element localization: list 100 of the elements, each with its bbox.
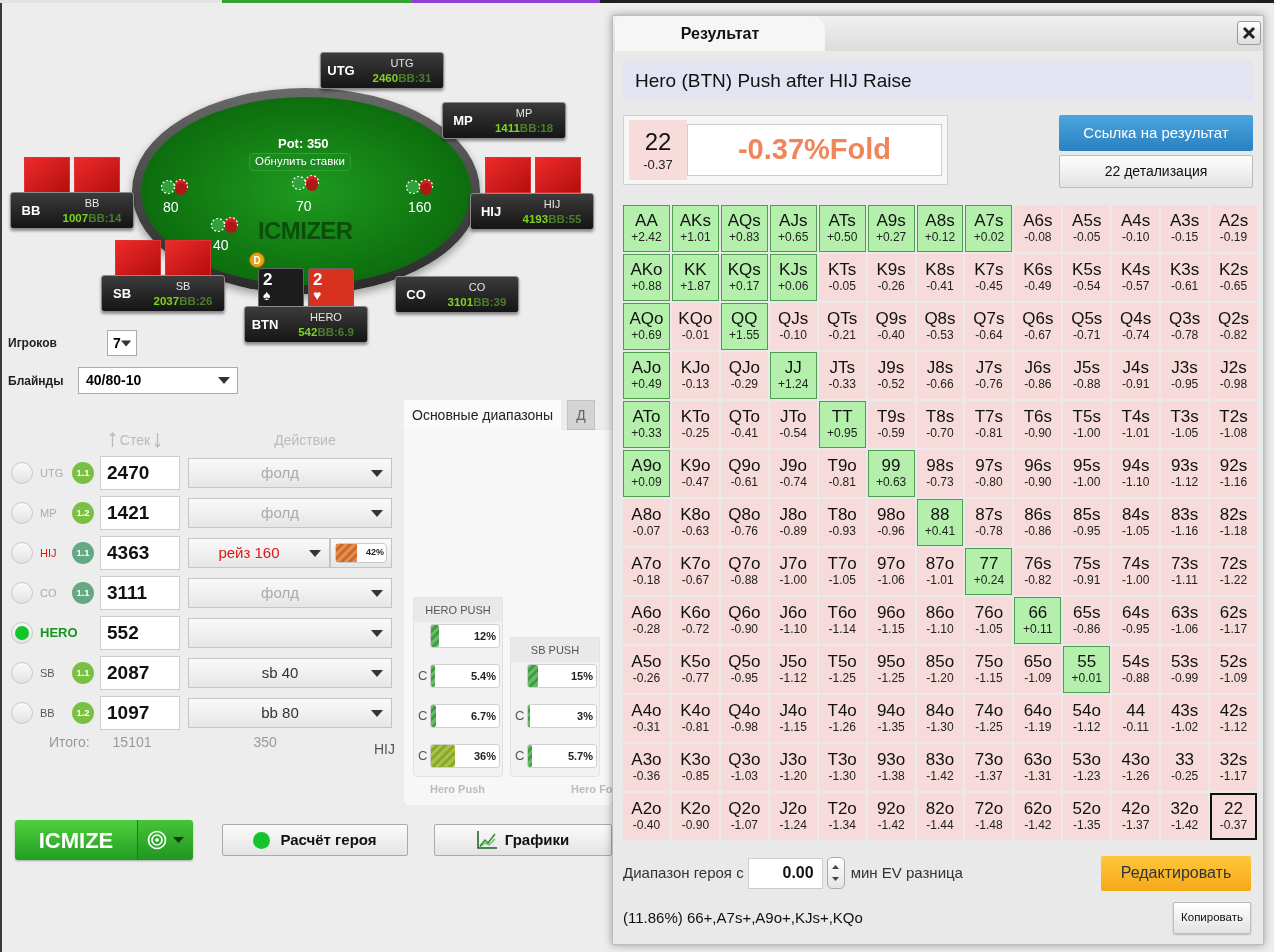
hand-cell[interactable]: 82s -1.18 <box>1210 499 1257 546</box>
action-dropdown[interactable]: рейз 160 <box>188 538 330 568</box>
hand-cell[interactable]: T4s -1.01 <box>1112 401 1160 448</box>
hand-cell[interactable]: 75s -0.91 <box>1063 548 1111 595</box>
action-dropdown[interactable]: bb 80 <box>188 698 392 728</box>
hand-cell[interactable]: 63s -1.06 <box>1161 597 1209 644</box>
hand-cell[interactable]: 94s -1.10 <box>1112 450 1160 497</box>
hand-cell[interactable]: QJs -0.10 <box>769 303 817 350</box>
hand-cell[interactable]: AJo +0.49 <box>623 352 670 399</box>
hand-cell[interactable]: K2o -0.90 <box>671 793 719 840</box>
hand-cell[interactable]: J7s -0.76 <box>965 352 1013 399</box>
hand-cell[interactable]: T7s -0.81 <box>965 401 1013 448</box>
detail-button[interactable]: 22 детализация <box>1059 155 1253 188</box>
hand-cell[interactable]: A5s -0.05 <box>1063 205 1111 252</box>
hand-cell[interactable]: T9s -0.59 <box>867 401 915 448</box>
hand-cell[interactable]: QJo -0.29 <box>720 352 768 399</box>
hand-cell[interactable]: Q8s -0.53 <box>916 303 964 350</box>
hand-cell[interactable]: 85s -0.95 <box>1063 499 1111 546</box>
hand-cell[interactable]: J2o -1.24 <box>769 793 817 840</box>
hand-cell[interactable]: 72s -1.22 <box>1210 548 1257 595</box>
hand-cell[interactable]: A3o -0.36 <box>623 744 670 791</box>
stack-field[interactable]: 3111 <box>100 576 180 610</box>
hand-cell[interactable]: A7o -0.18 <box>623 548 670 595</box>
target-dropdown-button[interactable] <box>137 820 193 860</box>
hand-cell[interactable]: KJs +0.06 <box>769 254 817 301</box>
hand-cell[interactable]: J4o -1.15 <box>769 695 817 742</box>
hand-cell[interactable]: 97o -1.06 <box>867 548 915 595</box>
hand-cell[interactable]: 42s -1.12 <box>1210 695 1257 742</box>
hand-cell[interactable]: AA +2.42 <box>623 205 670 252</box>
hand-cell[interactable]: AKo +0.88 <box>623 254 670 301</box>
hand-cell[interactable]: 52s -1.09 <box>1210 646 1257 693</box>
hand-cell[interactable]: J8o -0.89 <box>769 499 817 546</box>
hand-cell[interactable]: KTs -0.05 <box>818 254 866 301</box>
hand-cell[interactable]: 44 -0.11 <box>1112 695 1160 742</box>
hand-cell[interactable]: 77 +0.24 <box>965 548 1013 595</box>
hand-cell[interactable]: T5o -1.25 <box>818 646 866 693</box>
players-dropdown[interactable]: 7 <box>107 330 137 356</box>
hand-cell[interactable]: KTo -0.25 <box>671 401 719 448</box>
hero-calc-button[interactable]: Расчёт героя <box>222 824 408 856</box>
hand-cell[interactable]: K8o -0.63 <box>671 499 719 546</box>
hand-cell[interactable]: J8s -0.66 <box>916 352 964 399</box>
hand-cell[interactable]: 43s -1.02 <box>1161 695 1209 742</box>
hand-cell[interactable]: 54s -0.88 <box>1112 646 1160 693</box>
hand-cell[interactable]: Q5o -0.95 <box>720 646 768 693</box>
hand-cell[interactable]: AQs +0.83 <box>720 205 768 252</box>
hand-cell[interactable]: 73s -1.11 <box>1161 548 1209 595</box>
hand-cell[interactable]: 42o -1.37 <box>1112 793 1160 840</box>
hand-cell[interactable]: 83o -1.42 <box>916 744 964 791</box>
hand-cell[interactable]: 96o -1.15 <box>867 597 915 644</box>
hand-cell[interactable]: 73o -1.37 <box>965 744 1013 791</box>
hand-cell[interactable]: 87o -1.01 <box>916 548 964 595</box>
hand-cell[interactable]: Q5s -0.71 <box>1063 303 1111 350</box>
hand-cell[interactable]: Q2o -1.07 <box>720 793 768 840</box>
hand-cell[interactable]: 43o -1.26 <box>1112 744 1160 791</box>
hand-cell[interactable]: 87s -0.78 <box>965 499 1013 546</box>
hand-cell[interactable]: 83s -1.16 <box>1161 499 1209 546</box>
hand-cell[interactable]: J3s -0.95 <box>1161 352 1209 399</box>
hand-cell[interactable]: 88 +0.41 <box>916 499 964 546</box>
hand-cell[interactable]: T7o -1.05 <box>818 548 866 595</box>
range-bar[interactable]: 15% <box>527 664 597 688</box>
hand-cell[interactable]: 95o -1.25 <box>867 646 915 693</box>
radio-button[interactable] <box>11 662 33 684</box>
hand-cell[interactable]: 84s -1.05 <box>1112 499 1160 546</box>
hand-cell[interactable]: 64s -0.95 <box>1112 597 1160 644</box>
hand-cell[interactable]: T2s -1.08 <box>1210 401 1257 448</box>
hand-cell[interactable]: KQo -0.01 <box>671 303 719 350</box>
copy-button[interactable]: Копировать <box>1173 902 1251 934</box>
hand-cell[interactable]: T2o -1.34 <box>818 793 866 840</box>
hand-cell[interactable]: Q7o -0.88 <box>720 548 768 595</box>
hand-cell[interactable]: 66 +0.11 <box>1014 597 1062 644</box>
hand-cell[interactable]: 98o -0.96 <box>867 499 915 546</box>
hand-cell[interactable]: 65o -1.09 <box>1014 646 1062 693</box>
hand-cell[interactable]: A9o +0.09 <box>623 450 670 497</box>
hand-cell[interactable]: JTo -0.54 <box>769 401 817 448</box>
hand-cell[interactable]: A8o -0.07 <box>623 499 670 546</box>
hand-cell[interactable]: K8s -0.41 <box>916 254 964 301</box>
hand-cell[interactable]: T8o -0.93 <box>818 499 866 546</box>
range-bar[interactable]: 3% <box>527 704 597 728</box>
hand-cell[interactable]: K2s -0.65 <box>1210 254 1257 301</box>
hand-cell[interactable]: A7s +0.02 <box>965 205 1013 252</box>
hand-cell[interactable]: T5s -1.00 <box>1063 401 1111 448</box>
hand-cell[interactable]: 98s -0.73 <box>916 450 964 497</box>
hand-cell[interactable]: A2s -0.19 <box>1210 205 1257 252</box>
hand-cell[interactable]: J4s -0.91 <box>1112 352 1160 399</box>
hand-cell[interactable]: AKs +1.01 <box>671 205 719 252</box>
radio-button[interactable] <box>11 622 33 644</box>
hand-cell[interactable]: 33 -0.25 <box>1161 744 1209 791</box>
hand-cell[interactable]: J9o -0.74 <box>769 450 817 497</box>
hand-cell[interactable]: Q3o -1.03 <box>720 744 768 791</box>
hand-cell[interactable]: K4o -0.81 <box>671 695 719 742</box>
hand-cell[interactable]: A6s -0.08 <box>1014 205 1062 252</box>
stack-field[interactable]: 2087 <box>100 656 180 690</box>
range-bar[interactable]: 5.7% <box>527 744 597 768</box>
charts-button[interactable]: Графики <box>433 824 612 856</box>
hand-cell[interactable]: T6o -1.14 <box>818 597 866 644</box>
hand-cell[interactable]: A4o -0.31 <box>623 695 670 742</box>
hand-cell[interactable]: 85o -1.20 <box>916 646 964 693</box>
hand-cell[interactable]: 84o -1.30 <box>916 695 964 742</box>
hand-cell[interactable]: K6s -0.49 <box>1014 254 1062 301</box>
hand-cell[interactable]: K3s -0.61 <box>1161 254 1209 301</box>
